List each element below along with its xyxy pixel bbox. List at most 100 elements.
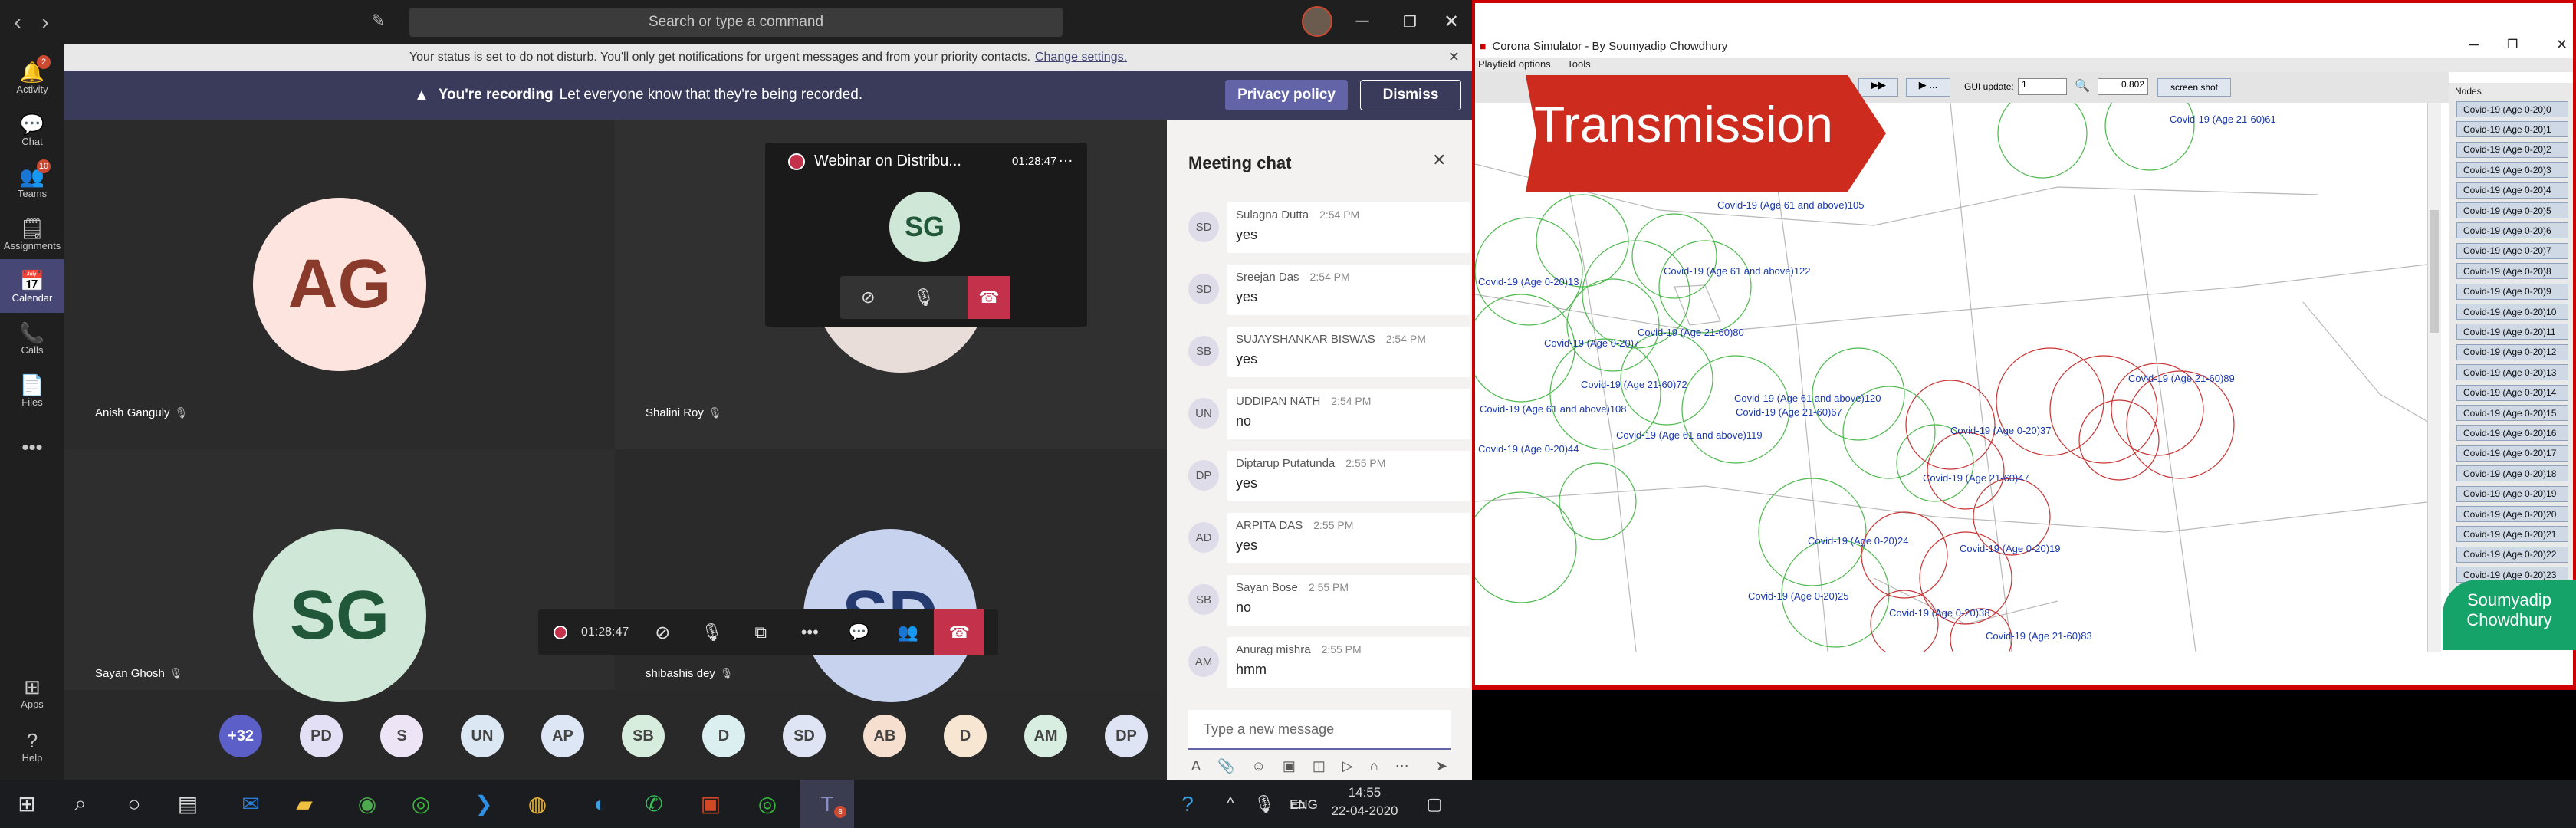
chat-message[interactable]: SD Sulagna Dutta 2:54 PM yes [1188,202,1470,253]
dismiss-button[interactable]: Dismiss [1360,80,1461,110]
mail-icon[interactable]: ✉ [224,780,278,828]
hang-up-icon[interactable]: ☎ [968,276,1010,319]
roster-avatar[interactable]: AB [863,715,906,757]
maps-icon[interactable]: ◉ [340,780,394,828]
search-input[interactable]: Search or type a command [409,8,1063,37]
participants-icon[interactable]: 👥 [889,614,926,651]
menu-playfield-options[interactable]: Playfield options [1478,58,1551,70]
teams-icon[interactable]: T8 [800,780,854,828]
app-bar-item[interactable]: 📅 Calendar [0,259,64,313]
roster-avatar[interactable]: D [944,715,987,757]
node-button[interactable]: Covid-19 (Age 0-20)16 [2456,425,2568,442]
roster-avatar[interactable]: PD [300,715,343,757]
node-button[interactable]: Covid-19 (Age 0-20)22 [2456,546,2568,563]
chat-message-input[interactable]: Type a new message [1188,710,1451,750]
roster-avatar[interactable]: AM [1024,715,1067,757]
camera-off-icon[interactable]: ⊘ [644,614,681,651]
node-button[interactable]: Covid-19 (Age 0-20)10 [2456,304,2568,320]
file-explorer-icon[interactable]: ▰ [278,780,331,828]
close-icon[interactable]: ✕ [1432,6,1470,37]
meet-icon[interactable]: ▷ [1342,758,1353,774]
gui-update-select[interactable]: 1 [2018,78,2067,95]
minimize-icon[interactable]: ─ [1343,6,1382,37]
node-button[interactable]: Covid-19 (Age 0-20)7 [2456,242,2568,259]
app-icon[interactable]: ◎ [394,780,448,828]
task-view-icon[interactable]: ▤ [161,780,215,828]
maximize-icon[interactable]: ❐ [1391,6,1429,37]
node-button[interactable]: Covid-19 (Age 0-20)2 [2456,141,2568,158]
node-button[interactable]: Covid-19 (Age 0-20)12 [2456,343,2568,360]
attach-icon[interactable]: 📎 [1217,758,1234,774]
maximize-icon[interactable]: ❐ [2507,37,2518,52]
video-tile[interactable]: AG Anish Ganguly 🎙 [64,120,615,449]
roster-avatar[interactable]: S [380,715,423,757]
avatar[interactable] [1302,6,1332,37]
more-icon[interactable]: … [1058,149,1073,166]
node-button[interactable]: Covid-19 (Age 0-20)13 [2456,364,2568,381]
notifications-icon[interactable]: ▢ [1408,780,1461,828]
chat-icon[interactable]: 💬 [840,614,877,651]
scrollbar-thumb[interactable] [2430,210,2439,333]
chat-message[interactable]: SB Sayan Bose 2:55 PM no [1188,575,1470,626]
language-indicator[interactable]: ENG [1290,797,1318,813]
roster-avatar[interactable]: SB [622,715,665,757]
mic-icon[interactable]: 🎙 [905,279,942,316]
send-icon[interactable]: ➤ [1436,758,1447,774]
close-icon[interactable]: ✕ [1432,150,1446,170]
more-icon[interactable]: ⋯ [1395,758,1409,774]
close-icon[interactable]: ✕ [1448,49,1460,65]
powerpoint-icon[interactable]: ▣ [684,780,738,828]
node-button[interactable]: Covid-19 (Age 0-20)0 [2456,101,2568,117]
app-bar-item[interactable]: 📄 Files [0,363,64,417]
praise-icon[interactable]: ⌂ [1370,758,1378,774]
privacy-policy-button[interactable]: Privacy policy [1225,80,1348,110]
node-button[interactable]: Covid-19 (Age 0-20)3 [2456,162,2568,179]
edge-icon[interactable]: ◐ [573,780,627,828]
roster-avatar[interactable]: AP [541,715,584,757]
clock[interactable]: 14:55 22-04-2020 [1326,785,1403,819]
vscode-icon[interactable]: ❯ [457,780,511,828]
start-icon[interactable]: ⊞ [0,780,54,828]
app-bar-item[interactable]: 💬 Chat [0,103,64,156]
app-bar-item[interactable]: ⊞ Apps [0,665,64,719]
format-icon[interactable]: A [1191,758,1201,774]
chat-message[interactable]: SB SUJAYSHANKAR BISWAS 2:54 PM yes [1188,327,1470,377]
roster-avatar[interactable]: SD [783,715,826,757]
share-screen-icon[interactable]: ⧉ [742,614,779,651]
menu-tools[interactable]: Tools [1567,58,1590,70]
chat-message[interactable]: SD Sreejan Das 2:54 PM yes [1188,264,1470,315]
node-button[interactable]: Covid-19 (Age 0-20)19 [2456,485,2568,502]
change-settings-link[interactable]: Change settings. [1035,51,1127,64]
video-tile[interactable]: SG Sayan Ghosh 🎙 [64,449,615,702]
mic-icon[interactable]: 🎙 [693,614,730,651]
chat-message[interactable]: AM Anurag mishra 2:55 PM hmm [1188,637,1470,688]
back-arrow-icon[interactable]: ‹ [6,10,29,34]
chat-message[interactable]: AD ARPITA DAS 2:55 PM yes [1188,513,1470,564]
chat-message[interactable]: UN UDDIPAN NATH 2:54 PM no [1188,389,1470,439]
node-button[interactable]: Covid-19 (Age 0-20)20 [2456,506,2568,522]
app-bar-item[interactable]: 👥 Teams 10 [0,155,64,209]
roster-avatar[interactable]: UN [461,715,504,757]
minimize-icon[interactable]: ─ [2469,37,2479,53]
camera-off-icon[interactable]: ⊘ [849,279,886,316]
app-bar-item[interactable]: 🗒 Assignments [0,207,64,261]
zoom-spinner[interactable]: 0.802 [2098,78,2148,95]
node-button[interactable]: Covid-19 (Age 0-20)14 [2456,384,2568,401]
app-bar-item[interactable]: 🔔 Activity 2 [0,51,64,104]
node-button[interactable]: Covid-19 (Age 0-20)15 [2456,405,2568,421]
app-bar-item[interactable]: ? Help [0,719,64,773]
search-icon[interactable]: ⌕ [54,780,107,828]
node-button[interactable]: Covid-19 (Age 0-20)21 [2456,526,2568,543]
cortana-icon[interactable]: ○ [107,780,161,828]
node-button[interactable]: Covid-19 (Age 0-20)17 [2456,445,2568,462]
playfield-scrollbar[interactable] [2427,103,2441,652]
meeting-pip-window[interactable]: Webinar on Distribu... 01:28:47 … SG ⊘ 🎙… [765,143,1087,327]
app-bar-item[interactable]: 📞 Calls [0,311,64,365]
more-apps-icon[interactable]: ••• [0,420,64,474]
node-button[interactable]: Covid-19 (Age 0-20)4 [2456,182,2568,199]
node-button[interactable]: Covid-19 (Age 0-20)1 [2456,121,2568,138]
node-button[interactable]: Covid-19 (Age 0-20)11 [2456,324,2568,340]
forward-arrow-icon[interactable]: › [34,10,57,34]
gif-icon[interactable]: ▣ [1283,758,1296,774]
hang-up-icon[interactable]: ☎ [934,610,985,656]
